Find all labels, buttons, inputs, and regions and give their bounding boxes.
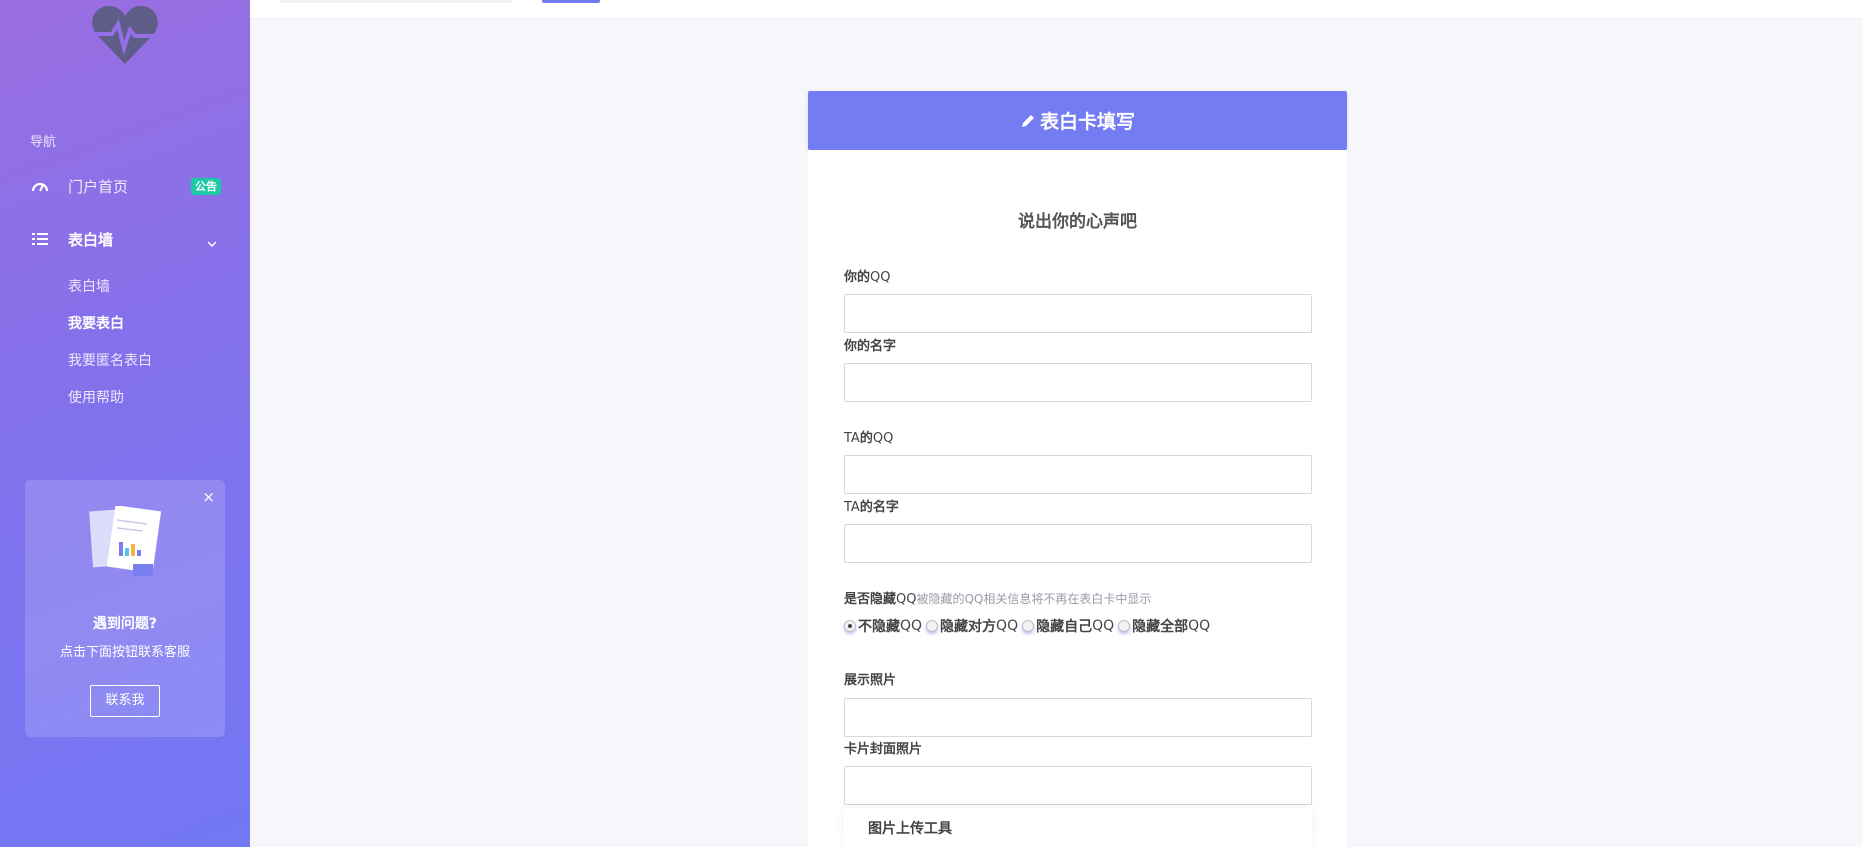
search-input[interactable] [280, 0, 512, 3]
ta-name-label: TA的名字 [844, 496, 899, 515]
heart-pulse-icon[interactable] [90, 4, 160, 66]
radio-label: 隐藏全部 [1132, 619, 1189, 635]
card-title: 表白卡填写 [1039, 111, 1135, 133]
upload-tool-panel: 图片上传工具 [844, 808, 1312, 847]
nav-heading: 导航 [30, 135, 57, 150]
radio-dot[interactable] [1118, 620, 1131, 632]
cover-label: 卡片封面照片 [844, 742, 923, 757]
list-icon [30, 231, 50, 247]
sub-item-wall[interactable]: 表白墙 [68, 276, 110, 296]
radio-label: QQ [900, 618, 923, 634]
ta-name-input[interactable] [844, 524, 1312, 563]
upload-tool-title: 图片上传工具 [868, 821, 952, 837]
radio-label: 隐藏对方 [940, 619, 997, 635]
radio-label: 隐藏自己 [1036, 619, 1093, 635]
pencil-icon [1020, 113, 1036, 129]
sub-item-anonymous[interactable]: 我要匿名表白 [68, 350, 152, 370]
label-text: 你的 [844, 270, 871, 285]
photo-input[interactable] [844, 698, 1312, 737]
card-header: 表白卡填写 [808, 91, 1347, 150]
close-icon[interactable]: × [202, 490, 215, 505]
sidebar-item-confession-wall[interactable]: 表白墙 [30, 225, 225, 253]
your-qq-label: 你的QQ [844, 266, 890, 285]
search-button[interactable] [542, 0, 600, 3]
radio-no-hide[interactable]: 不隐藏 QQ [844, 616, 922, 636]
form-subtitle: 说出你的心声吧 [1018, 212, 1137, 232]
hide-qq-radio-group: 不隐藏 QQ 隐藏对方 QQ 隐藏自己 QQ 隐藏全部 QQ [844, 616, 1214, 636]
label-text: 的名字 [859, 500, 899, 515]
cover-input[interactable] [844, 766, 1312, 805]
your-name-label: 你的名字 [844, 339, 897, 354]
your-qq-input[interactable] [844, 294, 1312, 333]
radio-label: QQ [996, 618, 1019, 634]
announcement-badge: 公告 [191, 178, 221, 195]
sub-item-help[interactable]: 使用帮助 [68, 387, 124, 407]
gauge-icon [30, 178, 50, 194]
radio-hide-all[interactable]: 隐藏全部 QQ [1118, 616, 1210, 636]
label-text: QQ [872, 431, 894, 446]
top-bar [250, 0, 1862, 19]
sub-item-confess[interactable]: 我要表白 [68, 313, 124, 333]
label-text: 的 [859, 431, 873, 446]
contact-me-button[interactable]: 联系我 [90, 685, 160, 717]
radio-dot[interactable] [844, 620, 856, 632]
confession-form: 说出你的心声吧 你的QQ 你的名字 TA的QQ TA的名字 是否隐藏QQ被隐藏的… [808, 150, 1347, 847]
ta-qq-label: TA的QQ [844, 427, 893, 446]
sidebar-item-label: 门户首页 [68, 177, 129, 196]
radio-label: QQ [1092, 618, 1115, 634]
label-text: TA [844, 500, 860, 515]
help-card: × 遇到问题? 点击下面按钮联系客服 联系我 [25, 480, 225, 737]
radio-label: QQ [1188, 618, 1211, 634]
sidebar-item-home[interactable]: 门户首页 公告 [30, 172, 225, 200]
radio-dot[interactable] [1022, 620, 1035, 632]
documents-illustration [89, 506, 162, 576]
radio-dot[interactable] [926, 620, 939, 632]
hide-qq-hint: 被隐藏的QQ相关信息将不再在表白卡中显示 [916, 592, 1152, 606]
hide-qq-label: 是否隐藏QQ被隐藏的QQ相关信息将不再在表白卡中显示 [844, 588, 1151, 607]
label-text: QQ [896, 592, 917, 607]
radio-label: 不隐藏 [858, 619, 900, 635]
photo-label: 展示照片 [844, 673, 897, 688]
sidebar: 导航 门户首页 公告 表白墙 表白墙 我要表白 我要匿名表白 使用帮助 × 遇到… [0, 0, 250, 847]
label-text: TA [844, 431, 860, 446]
radio-hide-other[interactable]: 隐藏对方 QQ [926, 616, 1018, 636]
radio-hide-self[interactable]: 隐藏自己 QQ [1022, 616, 1114, 636]
help-title: 遇到问题? [92, 616, 158, 632]
help-text: 点击下面按钮联系客服 [59, 645, 190, 660]
your-name-input[interactable] [844, 363, 1312, 402]
ta-qq-input[interactable] [844, 455, 1312, 494]
chevron-down-icon [207, 233, 217, 251]
sidebar-item-label: 表白墙 [68, 230, 114, 249]
label-text: QQ [870, 270, 891, 285]
label-text: 是否隐藏 [844, 592, 897, 607]
